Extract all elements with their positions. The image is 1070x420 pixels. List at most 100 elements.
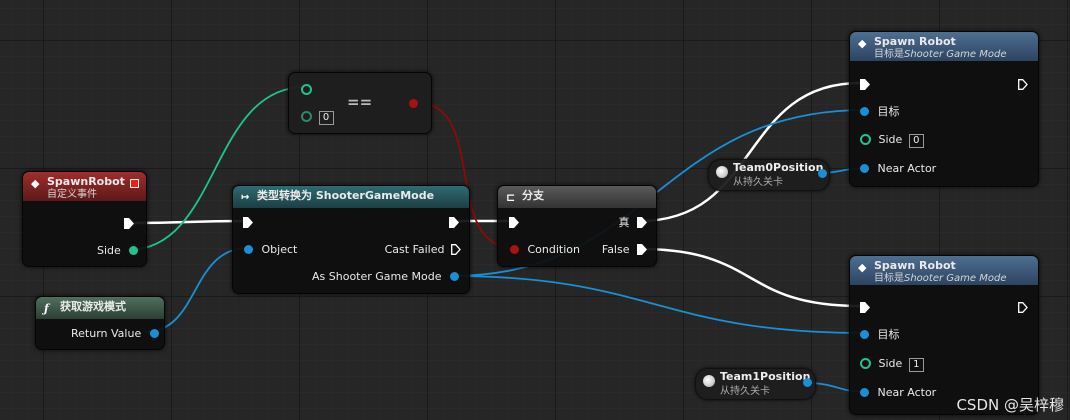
branch-false-pin[interactable]: False xyxy=(602,243,647,257)
object-pin-icon xyxy=(244,245,253,254)
int-pin-icon xyxy=(301,84,312,95)
cast-object-label: Object xyxy=(261,243,298,256)
team0-position-subtitle: 从持久关卡 xyxy=(733,177,783,188)
event-stop-icon xyxy=(130,179,139,188)
func-node-header: ƒ 获取游戏模式 xyxy=(36,297,164,319)
branch-true-pin[interactable]: 真 xyxy=(619,216,647,230)
spawn1-side-pin[interactable]: Side 0 xyxy=(860,133,924,148)
equal-input-b-pin[interactable]: 0 xyxy=(301,110,334,125)
spawn-node-subtitle: 目标是Shooter Game Mode xyxy=(874,49,1030,61)
bool-pin-icon xyxy=(409,99,418,108)
object-pin-icon[interactable] xyxy=(803,378,812,387)
function-call-icon: ◆ xyxy=(858,261,867,274)
exec-in-icon xyxy=(243,217,253,228)
spawn2-near-actor-label: Near Actor xyxy=(877,386,937,399)
event-node-subtitle: 自定义事件 xyxy=(47,189,97,200)
event-diamond-icon: ◆ xyxy=(31,177,40,190)
exec-out-icon xyxy=(124,218,134,229)
spawn2-exec-in-pin[interactable] xyxy=(860,301,870,315)
cast-failed-pin[interactable]: Cast Failed xyxy=(385,243,461,257)
spawn-robot-node-1[interactable]: ◆ Spawn Robot 目标是Shooter Game Mode 目标 Si… xyxy=(849,31,1039,187)
subtitle-target: Shooter Game Mode xyxy=(904,273,1007,284)
team1-position-var-node[interactable]: Team1Position 从持久关卡 xyxy=(695,368,816,400)
object-pin-icon xyxy=(450,272,459,281)
spawn-node-header: ◆ Spawn Robot 目标是Shooter Game Mode xyxy=(850,256,1038,285)
spawn1-side-value[interactable]: 0 xyxy=(908,134,924,148)
cast-object-pin[interactable]: Object xyxy=(244,243,297,257)
cast-exec-in-pin[interactable] xyxy=(243,216,253,230)
object-pin-icon xyxy=(149,329,159,338)
int-pin-icon xyxy=(860,134,871,145)
subtitle-prefix: 目标是 xyxy=(874,49,904,60)
team0-position-var-node[interactable]: Team0Position 从持久关卡 xyxy=(708,159,830,191)
cast-node-title: 类型转换为 ShooterGameMode xyxy=(257,189,435,202)
branch-icon: ⊏ xyxy=(506,191,516,204)
object-pin-icon xyxy=(860,330,869,339)
cast-failed-label: Cast Failed xyxy=(384,243,445,256)
branch-node[interactable]: ⊏ 分支 真 Condition False xyxy=(497,185,657,267)
team1-position-subtitle: 从持久关卡 xyxy=(720,386,770,397)
bool-pin-icon xyxy=(510,245,519,254)
spawn1-exec-out-pin[interactable] xyxy=(1018,78,1028,92)
subtitle-prefix: 目标是 xyxy=(874,273,904,284)
spawn-node-subtitle: 目标是Shooter Game Mode xyxy=(874,273,1030,285)
object-pin-icon xyxy=(860,388,869,397)
int-pin-icon xyxy=(301,111,312,122)
branch-condition-pin[interactable]: Condition xyxy=(510,243,580,257)
spawn1-target-label: 目标 xyxy=(877,105,900,118)
get-game-mode-node[interactable]: ƒ 获取游戏模式 Return Value xyxy=(35,296,165,350)
cast-exec-out-pin[interactable] xyxy=(449,216,459,230)
spawn1-target-pin[interactable]: 目标 xyxy=(860,105,900,119)
spawn2-side-value[interactable]: 1 xyxy=(908,358,924,372)
branch-condition-label: Condition xyxy=(527,243,581,256)
cast-as-pin[interactable]: As Shooter Game Mode xyxy=(312,270,459,284)
exec-out-hollow-icon xyxy=(1018,79,1028,90)
exec-out-icon xyxy=(637,244,647,255)
spawn2-target-label: 目标 xyxy=(877,328,900,341)
return-value-pin[interactable]: Return Value xyxy=(71,327,159,341)
exec-in-icon xyxy=(860,79,870,90)
int-pin-icon xyxy=(129,246,139,255)
object-pin-icon[interactable] xyxy=(818,169,827,178)
equal-input-a-pin[interactable] xyxy=(301,83,312,97)
equal-b-value[interactable]: 0 xyxy=(318,111,334,125)
branch-exec-in-pin[interactable] xyxy=(509,216,519,230)
cast-arrow-icon: ↦ xyxy=(241,192,250,203)
func-node-title: 获取游戏模式 xyxy=(60,300,126,313)
spawn2-near-actor-pin[interactable]: Near Actor xyxy=(860,386,936,400)
spawn2-side-label: Side xyxy=(878,357,903,370)
spawn2-target-pin[interactable]: 目标 xyxy=(860,328,900,342)
function-call-icon: ◆ xyxy=(858,37,867,50)
level-actor-icon xyxy=(703,375,715,387)
function-icon: ƒ xyxy=(44,302,49,315)
spawn2-exec-out-pin[interactable] xyxy=(1018,301,1028,315)
equal-compare-node[interactable]: 0 == xyxy=(288,72,432,134)
cast-to-shooter-game-mode-node[interactable]: ↦ 类型转换为 ShooterGameMode Object Cast Fail… xyxy=(232,185,470,294)
spawn-robot-event-node[interactable]: ◆ SpawnRobot 自定义事件 Side xyxy=(22,171,147,267)
object-pin-icon xyxy=(860,107,869,116)
event-side-label: Side xyxy=(97,244,121,257)
exec-out-hollow-icon xyxy=(1018,302,1028,313)
event-side-pin[interactable]: Side xyxy=(97,244,139,258)
cast-as-label: As Shooter Game Mode xyxy=(312,270,442,283)
event-node-title: SpawnRobot xyxy=(47,175,125,188)
equal-operator-label: == xyxy=(347,93,373,111)
branch-node-header: ⊏ 分支 xyxy=(498,186,656,208)
spawn-node-title: Spawn Robot xyxy=(874,35,956,48)
spawn-robot-node-2[interactable]: ◆ Spawn Robot 目标是Shooter Game Mode 目标 Si… xyxy=(849,255,1039,415)
exec-out-icon xyxy=(449,217,459,228)
watermark: CSDN @吴梓穆 xyxy=(956,396,1064,414)
spawn2-side-pin[interactable]: Side 1 xyxy=(860,357,924,372)
spawn1-exec-in-pin[interactable] xyxy=(860,78,870,92)
exec-out-icon xyxy=(637,217,647,228)
spawn1-near-actor-pin[interactable]: Near Actor xyxy=(860,162,936,176)
branch-node-title: 分支 xyxy=(522,189,544,202)
spawn1-near-actor-label: Near Actor xyxy=(877,162,937,175)
object-pin-icon xyxy=(860,164,869,173)
exec-in-icon xyxy=(509,217,519,228)
equal-output-pin[interactable] xyxy=(409,97,418,111)
spawn-node-header: ◆ Spawn Robot 目标是Shooter Game Mode xyxy=(850,32,1038,61)
return-value-label: Return Value xyxy=(71,327,142,340)
exec-in-icon xyxy=(860,302,870,313)
event-exec-out-pin[interactable] xyxy=(124,217,134,231)
